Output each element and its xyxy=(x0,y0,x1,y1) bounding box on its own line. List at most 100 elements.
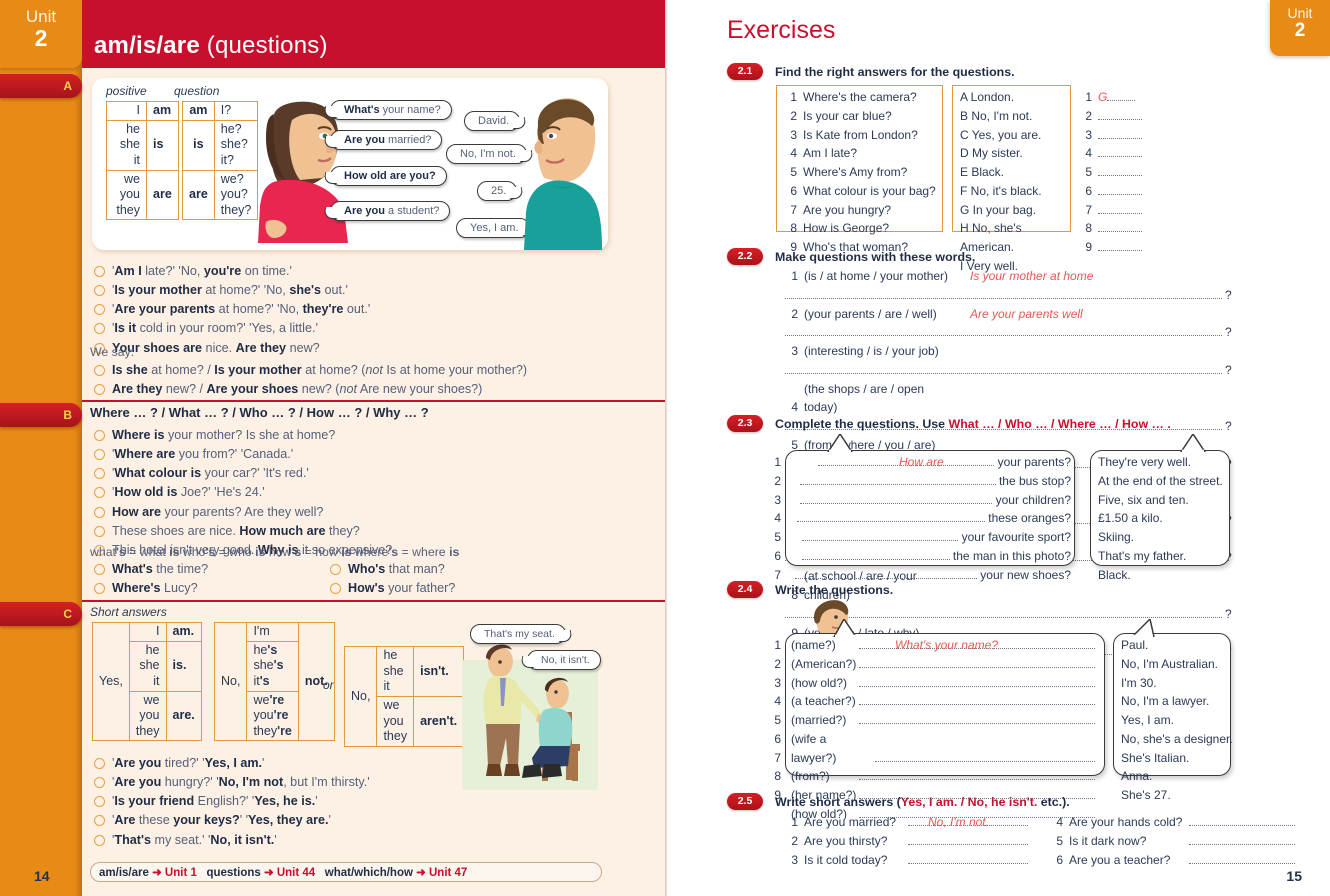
list-item: 'Where are you from?' 'Canada.' xyxy=(90,445,650,464)
list-item[interactable]: the bus stop? xyxy=(791,472,1071,491)
list-item[interactable]: your children? xyxy=(791,491,1071,510)
list-item: 1 xyxy=(774,638,781,652)
list-item[interactable]: these oranges? xyxy=(791,509,1071,528)
list-item[interactable]: 5 Is it dark now? xyxy=(1050,832,1310,851)
section-tab-a[interactable]: A xyxy=(0,74,82,98)
list-item[interactable]: 1 (is / at home / your mother) Is your mot… xyxy=(785,267,1235,305)
instr-red: Yes, I am. / No, he isn't. xyxy=(900,795,1038,809)
list-item: How's your father? xyxy=(326,579,576,598)
list-item[interactable]: 3 Is it cold today? xyxy=(785,851,1045,870)
line-tail: your favourite sport? xyxy=(961,530,1071,545)
bubble-tail-icon xyxy=(833,619,857,637)
table-row: I am xyxy=(106,101,179,121)
label-positive: positive xyxy=(106,84,147,98)
section-c-examples: 'Are you tired?' 'Yes, I am.' 'Are you h… xyxy=(90,754,510,850)
left-page-header: am/is/are (questions) xyxy=(82,0,665,68)
list-item: These shoes are nice. How much are they? xyxy=(90,522,650,541)
prompt: Are you married? xyxy=(804,815,897,829)
section-tab-c[interactable]: C xyxy=(0,602,82,626)
section-divider-b xyxy=(82,400,665,402)
list-item: 'What colour is your car?' 'It's red.' xyxy=(90,464,650,483)
prompt: (is / at home / your mother) xyxy=(804,269,949,283)
list-item: 7 Are you hungry? xyxy=(790,202,892,217)
cell-verb: am. xyxy=(165,622,202,642)
footer-link-1-ref[interactable]: Unit 1 xyxy=(165,867,197,879)
page-title-light: (questions) xyxy=(206,32,328,59)
list-item[interactable]: (a teacher?) xyxy=(791,692,1101,711)
list-item: 7 xyxy=(774,750,781,765)
ex25-left-items[interactable]: 1 Are you married? No, I'm not. 2 Are you t… xyxy=(785,813,1045,869)
list-item[interactable]: 7 xyxy=(1079,201,1149,220)
speech-bubble-q3: How old are you? xyxy=(330,166,447,186)
list-item[interactable]: (wife a lawyer?) xyxy=(791,730,1101,768)
bubble-tail-icon xyxy=(1130,619,1155,637)
list-item[interactable]: 3 (interesting / is / your job)? xyxy=(785,342,1235,380)
list-item[interactable]: 4 xyxy=(1079,144,1149,163)
cell-subject: he she it xyxy=(376,646,415,697)
list-item[interactable]: How are your parents? xyxy=(791,453,1071,472)
list-item[interactable]: 2 xyxy=(1079,107,1149,126)
list-item[interactable]: 5 xyxy=(1079,163,1149,182)
list-item: 3 xyxy=(774,675,781,690)
list-item[interactable]: your new shoes? xyxy=(791,566,1071,585)
list-item: 4 xyxy=(774,511,781,526)
list-item[interactable]: (from?) xyxy=(791,767,1101,786)
prompt: (wife a lawyer?) xyxy=(791,731,837,765)
list-item: Where's Lucy? xyxy=(90,579,310,598)
list-item[interactable]: (name?) What's your name? xyxy=(791,636,1101,655)
list-item[interactable]: 8 xyxy=(1079,219,1149,238)
list-item: 'Am I late?' 'No, you're on time.' xyxy=(90,262,650,281)
list-item[interactable]: 1 Are you married? No, I'm not. xyxy=(785,813,1045,832)
list-item: G In your bag. xyxy=(960,202,1037,217)
instr-plain: Write short answers ( xyxy=(775,795,901,809)
contraction-examples-left: What's the time? Where's Lucy? xyxy=(90,560,310,598)
filled-answer: Are your parents well xyxy=(970,306,1083,321)
list-item[interactable]: 9 xyxy=(1079,238,1149,257)
speech-bubble-q2: Are you married? xyxy=(330,130,443,150)
cell-verb: am xyxy=(146,101,179,121)
list-item[interactable]: 2 (your parents / are / well) Are your par… xyxy=(785,305,1235,343)
list-item[interactable]: (married?) xyxy=(791,711,1101,730)
list-item[interactable]: 2 Are you thirsty? xyxy=(785,832,1045,851)
ex23-lines[interactable]: How are your parents? the bus stop? your… xyxy=(791,453,1071,584)
exercise-instruction-2-3: Complete the questions. Use What … / Who… xyxy=(775,417,1171,431)
list-item[interactable]: 3 xyxy=(1079,126,1149,145)
we-say-list: Is she at home? / Is your mother at home… xyxy=(90,361,650,399)
bubble-rest: married? xyxy=(384,134,432,146)
filled-answer: How are xyxy=(899,455,944,469)
list-item[interactable]: 6 Are you a teacher? xyxy=(1050,851,1310,870)
list-item[interactable]: (how old?) xyxy=(791,674,1101,693)
list-item: How are your parents? Are they well? xyxy=(90,503,650,522)
cell-subject: he she it xyxy=(106,119,147,171)
footer-link-3-ref[interactable]: Unit 47 xyxy=(429,867,467,879)
section-tab-b[interactable]: B xyxy=(0,403,82,427)
yes-table: Yes, I am. he she it is. we you they are. xyxy=(92,621,202,742)
ex21-answer-blanks[interactable]: 1G 2 3 4 5 6 7 8 9 xyxy=(1079,88,1149,257)
list-item[interactable]: 6 xyxy=(1079,182,1149,201)
unit-badge-right: Unit 2 xyxy=(1270,0,1330,56)
footer-link-2-ref[interactable]: Unit 44 xyxy=(277,867,315,879)
list-item: 5 Where's Amy from? xyxy=(790,165,908,180)
ex25-right-items[interactable]: 4 Are your hands cold? 5 Is it dark now? 6… xyxy=(1050,813,1310,869)
list-item[interactable]: 1G xyxy=(1079,88,1149,107)
we-say-label: We say: xyxy=(90,345,135,359)
cell-subject: we you they xyxy=(128,690,167,742)
list-item: 'That's my seat.' 'No, it isn't.' xyxy=(90,831,510,850)
bubble-bold: How old are you? xyxy=(344,170,436,182)
footer-cross-references[interactable]: am/is/are ➜ Unit 1 questions ➜ Unit 44 w… xyxy=(90,862,602,882)
section-tab-c-label: C xyxy=(63,607,72,621)
instr-tail: etc.). xyxy=(1037,795,1070,809)
list-item[interactable]: the man in this photo? xyxy=(791,547,1071,566)
list-item: 'Is your friend English?' 'Yes, he is.' xyxy=(90,792,510,811)
list-item: 5 xyxy=(774,530,781,545)
list-item[interactable]: your favourite sport? xyxy=(791,528,1071,547)
list-item[interactable]: (American?) xyxy=(791,655,1101,674)
footer-link-2-text: questions xyxy=(206,867,264,879)
list-item: Is she at home? / Is your mother at home… xyxy=(90,361,650,380)
list-item: Anna. xyxy=(1121,769,1153,784)
footer-link-1-text: am/is/are xyxy=(99,867,153,879)
line-tail: the bus stop? xyxy=(998,473,1071,488)
prompt: (your parents / are / well) xyxy=(804,306,937,321)
list-item[interactable]: 4 Are your hands cold? xyxy=(1050,813,1310,832)
speech-bubble-a2: No, I'm not. xyxy=(446,144,527,164)
